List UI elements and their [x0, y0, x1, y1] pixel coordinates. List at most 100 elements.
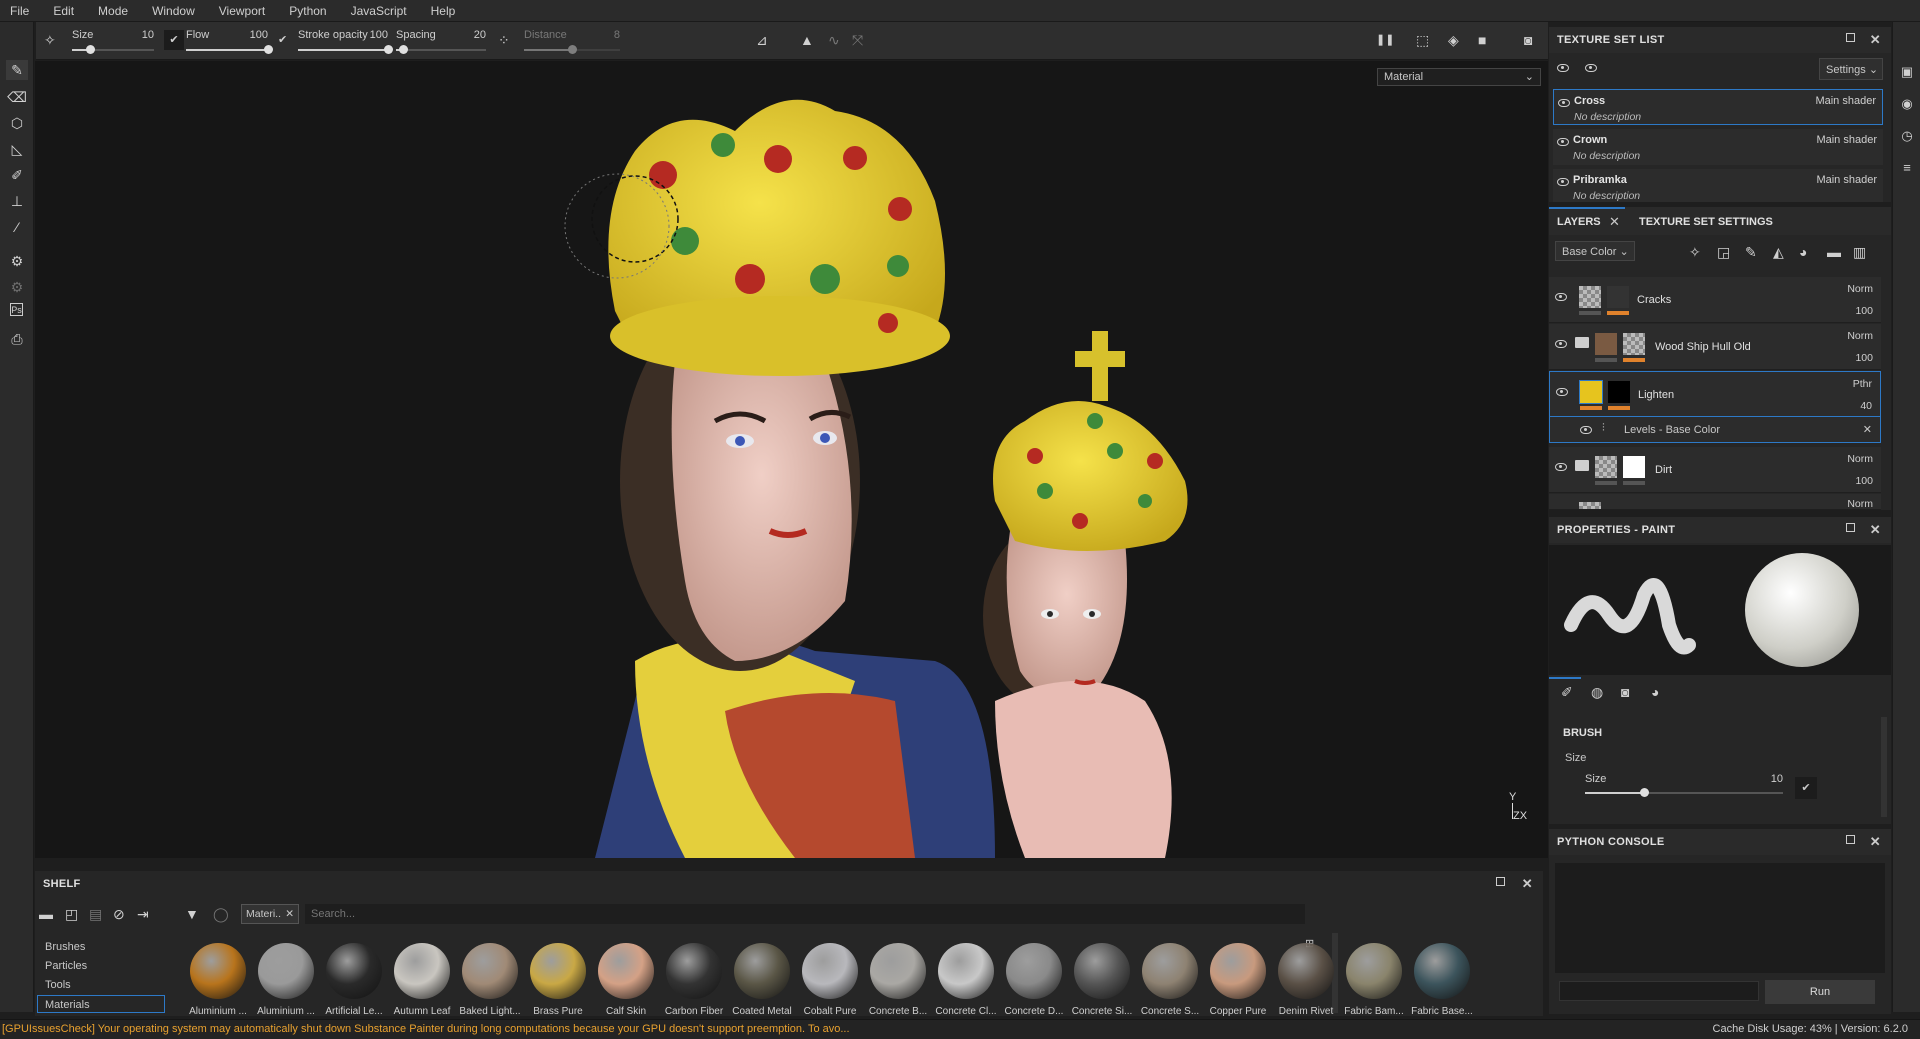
- close-icon[interactable]: ✕: [1863, 423, 1872, 436]
- eraser-icon[interactable]: ⌫: [7, 87, 27, 107]
- tab-texture-set-settings[interactable]: TEXTURE SET SETTINGS: [1639, 216, 1773, 228]
- close-icon[interactable]: ✕: [285, 908, 294, 920]
- add-paint-layer-icon[interactable]: ✎: [1745, 244, 1757, 260]
- layer-blend[interactable]: Pthr: [1853, 378, 1872, 390]
- import-icon[interactable]: ⇥: [137, 906, 149, 922]
- texture-set-shader[interactable]: Main shader: [1815, 95, 1876, 107]
- history-icon[interactable]: ◷: [1899, 128, 1915, 144]
- filter-chip[interactable]: Materi.. ✕: [241, 904, 299, 924]
- eye-icon[interactable]: [1555, 292, 1567, 304]
- eye-settings-icon[interactable]: [1557, 63, 1569, 75]
- close-icon[interactable]: ✕: [1870, 522, 1881, 538]
- texture-set-row[interactable]: Pribramka Main shader No description: [1553, 169, 1883, 202]
- filter-icon[interactable]: ▼: [185, 906, 199, 922]
- 3d-viewport[interactable]: Material ⌄ Y ZX: [35, 61, 1548, 858]
- category-materials[interactable]: Materials: [37, 995, 165, 1013]
- undock-icon[interactable]: [1846, 523, 1855, 532]
- category-brushes[interactable]: Brushes: [45, 941, 85, 953]
- viewport-mode-select[interactable]: Material ⌄: [1377, 68, 1541, 86]
- run-button[interactable]: Run: [1765, 980, 1875, 1004]
- alpha-tab-icon[interactable]: ◍: [1591, 684, 1603, 700]
- menu-mode[interactable]: Mode: [98, 4, 128, 18]
- folder-icon[interactable]: ▬: [39, 906, 53, 922]
- stroke-opacity-slider[interactable]: Stroke opacity 100: [298, 27, 393, 57]
- brush-size-slider[interactable]: Size 10: [1585, 771, 1783, 801]
- layer-opacity[interactable]: 40: [1860, 400, 1872, 412]
- menu-help[interactable]: Help: [431, 4, 456, 18]
- view-cube-icon[interactable]: ◈: [1448, 32, 1459, 48]
- console-output[interactable]: [1555, 863, 1885, 973]
- texture-set-row[interactable]: Cross Main shader No description: [1553, 89, 1883, 125]
- color-picker-icon[interactable]: ⁄: [7, 217, 27, 237]
- brush-tab-icon[interactable]: ✐: [1561, 684, 1573, 700]
- line-icon[interactable]: ∿: [828, 32, 840, 48]
- eye-icon[interactable]: [1580, 425, 1592, 437]
- add-mask-icon[interactable]: ◲: [1717, 244, 1730, 260]
- eye-icon[interactable]: [1585, 63, 1597, 75]
- close-icon[interactable]: ✕: [1609, 214, 1620, 230]
- layer-blend[interactable]: Norm: [1847, 498, 1873, 509]
- shelf-search-input[interactable]: [305, 904, 1305, 924]
- photoshop-icon[interactable]: Ps: [10, 303, 23, 316]
- tab-layers[interactable]: LAYERS: [1557, 216, 1601, 228]
- eye-icon[interactable]: [1558, 98, 1570, 110]
- smudge-icon[interactable]: ✐: [7, 165, 27, 185]
- layer-blend[interactable]: Norm: [1847, 453, 1873, 465]
- pen-pressure-icon[interactable]: ✔: [164, 30, 184, 50]
- snap-icon[interactable]: ⤧: [852, 32, 863, 48]
- menu-window[interactable]: Window: [152, 4, 195, 18]
- refresh-icon[interactable]: ◯: [213, 906, 229, 922]
- channel-select[interactable]: Base Color ⌄: [1555, 241, 1635, 261]
- undock-icon[interactable]: [1846, 33, 1855, 42]
- category-particles[interactable]: Particles: [45, 960, 87, 972]
- screenshot-icon[interactable]: ◙: [1524, 32, 1532, 48]
- texture-set-shader[interactable]: Main shader: [1816, 174, 1877, 186]
- texture-set-row[interactable]: Crown Main shader No description: [1553, 129, 1883, 165]
- projection-icon[interactable]: ⬡: [7, 113, 27, 133]
- close-icon[interactable]: ✕: [1870, 834, 1881, 850]
- layer-blend[interactable]: Norm: [1847, 330, 1873, 342]
- hide-icon[interactable]: ⊘: [113, 906, 125, 922]
- effect-row[interactable]: ⫶ Levels - Base Color ✕: [1549, 417, 1881, 443]
- spacing-slider[interactable]: Spacing 20: [396, 27, 486, 57]
- eye-icon[interactable]: [1555, 339, 1567, 351]
- menu-python[interactable]: Python: [289, 4, 326, 18]
- category-tools[interactable]: Tools: [45, 979, 71, 991]
- pause-icon[interactable]: ❚❚: [1376, 32, 1394, 48]
- layer-row[interactable]: Norm: [1549, 494, 1881, 510]
- stencil-tab-icon[interactable]: ◙: [1621, 684, 1629, 700]
- layer-opacity[interactable]: 100: [1855, 305, 1873, 317]
- symmetry-icon[interactable]: ▲: [800, 32, 814, 48]
- add-folder-icon[interactable]: ▬: [1827, 244, 1841, 260]
- iray-icon[interactable]: ⚙: [7, 277, 27, 297]
- add-effect-icon[interactable]: ✧: [1689, 244, 1701, 260]
- console-input[interactable]: [1559, 981, 1759, 1001]
- new-shelf-icon[interactable]: ◰: [65, 906, 78, 922]
- alignment-icon[interactable]: ⊿: [756, 32, 768, 48]
- shader-settings-icon[interactable]: ◉: [1899, 96, 1915, 112]
- delete-icon[interactable]: ▥: [1853, 244, 1866, 260]
- eye-icon[interactable]: [1557, 137, 1569, 149]
- close-icon[interactable]: ✕: [1870, 32, 1881, 48]
- flow-slider[interactable]: Flow 100: [186, 27, 273, 57]
- pen-pressure-icon[interactable]: ✔: [1795, 777, 1817, 799]
- menu-viewport[interactable]: Viewport: [219, 4, 265, 18]
- layer-row[interactable]: Cracks Norm 100: [1549, 277, 1881, 323]
- layer-row-selected[interactable]: Lighten Pthr 40: [1549, 371, 1881, 417]
- polygon-fill-icon[interactable]: ◺: [7, 139, 27, 159]
- eye-icon[interactable]: [1555, 462, 1567, 474]
- clone-stamp-icon[interactable]: ⊥: [7, 191, 27, 211]
- settings-dropdown[interactable]: Settings ⌄: [1819, 58, 1883, 80]
- close-icon[interactable]: ✕: [1522, 876, 1533, 892]
- add-fill-layer-icon[interactable]: ◭: [1773, 244, 1784, 260]
- layer-row[interactable]: Wood Ship Hull Old Norm 100: [1549, 324, 1881, 370]
- scrollbar[interactable]: [1881, 717, 1887, 817]
- texture-set-shader[interactable]: Main shader: [1816, 134, 1877, 146]
- distance-slider[interactable]: Distance 8: [524, 27, 620, 57]
- menu-file[interactable]: File: [10, 4, 29, 18]
- bake-icon[interactable]: ⚙: [7, 251, 27, 271]
- selection-icon[interactable]: ⬚: [1416, 32, 1429, 48]
- display-settings-icon[interactable]: ▣: [1899, 64, 1915, 80]
- log-icon[interactable]: ≡: [1899, 160, 1915, 176]
- layer-blend[interactable]: Norm: [1847, 283, 1873, 295]
